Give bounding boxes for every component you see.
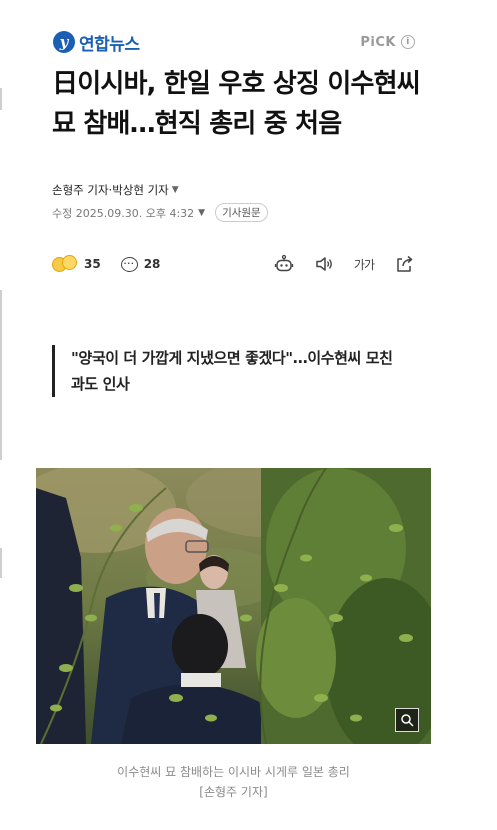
article-headline: 日이시바, 한일 우호 상징 이수현씨 묘 참배…현직 총리 중 처음 — [52, 69, 421, 139]
reporter-names: 손형주 기자·박상현 기자 — [52, 183, 169, 197]
edge-mark — [0, 88, 2, 110]
photo-credit: [손형주 기자] — [199, 785, 268, 799]
byline[interactable]: 손형주 기자·박상현 기자 ▼ — [52, 182, 179, 198]
article-subheading-quote: "양국이 더 가깝게 지냈으면 좋겠다"…이수현씨 모친과도 인사 — [52, 345, 402, 397]
photo-zoom-icon[interactable] — [395, 708, 419, 732]
photo-caption: 이수현씨 묘 참배하는 이시바 시게루 일본 총리 [손형주 기자] — [36, 762, 431, 802]
ai-summary-icon[interactable] — [274, 254, 294, 274]
article-photo[interactable] — [36, 468, 431, 744]
font-size-icon[interactable]: 가가 — [354, 256, 375, 273]
comment-icon[interactable]: ··· — [120, 256, 138, 272]
pick-label: PiCK — [360, 34, 396, 50]
chevron-down-icon: ▼ — [171, 185, 179, 195]
yonhap-logo-icon: y — [53, 31, 75, 53]
comment-count[interactable]: 28 — [144, 257, 161, 271]
brand-name: 연합뉴스 — [79, 34, 140, 55]
modified-date: 수정 2025.09.30. 오후 4:32 — [52, 206, 195, 220]
photo-caption-text: 이수현씨 묘 참배하는 이시바 시게루 일본 총리 — [117, 765, 350, 779]
chevron-down-icon[interactable]: ▼ — [198, 208, 205, 218]
edge-mark — [0, 290, 2, 460]
photo-scene — [36, 468, 431, 744]
app-header: y 연합뉴스 PiCK i — [53, 28, 415, 56]
dateline: 수정 2025.09.30. 오후 4:32 ▼ 기사원문 — [52, 203, 268, 222]
speaker-icon[interactable] — [314, 254, 334, 274]
reaction-count: 35 — [84, 257, 101, 271]
edge-mark — [0, 548, 2, 578]
brand-logo-link[interactable]: y 연합뉴스 — [53, 30, 140, 55]
original-article-button[interactable]: 기사원문 — [215, 203, 268, 222]
pick-badge[interactable]: PiCK i — [360, 35, 415, 50]
article-toolbar: 35 ··· 28 가가 — [52, 252, 414, 276]
share-icon[interactable] — [394, 254, 414, 274]
reaction-emoji-icon[interactable] — [52, 255, 78, 273]
info-icon[interactable]: i — [401, 35, 415, 49]
